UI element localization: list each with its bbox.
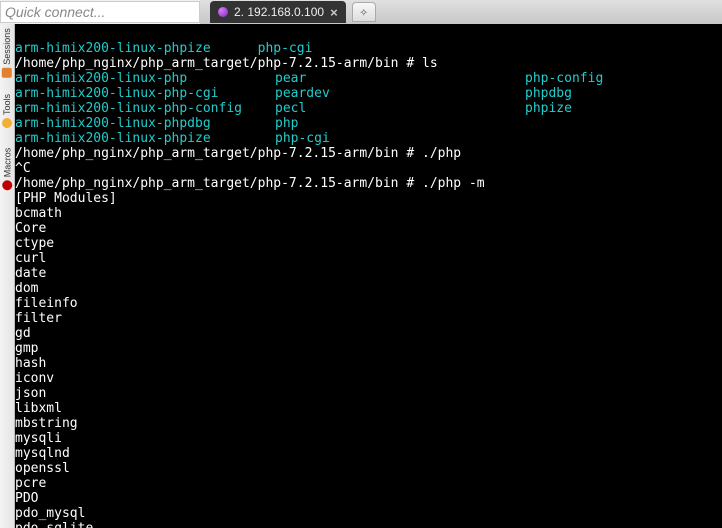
file: arm-himix200-linux-php [15,71,187,86]
file: php [275,116,298,131]
module: Core [15,221,46,236]
interrupt: ^C [15,161,31,176]
tab-close-icon[interactable]: × [330,5,338,20]
sidebar-item-label: Macros [2,148,12,178]
file: arm-himix200-linux-phpdbg [15,116,211,131]
module: pcre [15,476,46,491]
module: gmp [15,341,38,356]
module: pdo_sqlite [15,521,93,528]
module: hash [15,356,46,371]
module: fileinfo [15,296,78,311]
module: dom [15,281,38,296]
sidebar-item-label: Tools [2,94,12,115]
file: arm-himix200-linux-phpize [15,131,211,146]
sidebar-item-tools[interactable]: Tools [2,94,12,128]
ls-output: arm-himix200-linux-php arm-himix200-linu… [15,71,722,146]
prompt: /home/php_nginx/php_arm_target/php-7.2.1… [15,56,422,71]
module: openssl [15,461,70,476]
command: ./php [422,146,461,161]
quick-connect-placeholder: Quick connect... [5,4,105,20]
tab-active[interactable]: 2. 192.168.0.100 × [210,1,346,23]
sidebar-item-label: Sessions [2,28,12,65]
module: gd [15,326,31,341]
module: libxml [15,401,62,416]
macros-icon [2,180,12,190]
module: mbstring [15,416,78,431]
module: curl [15,251,46,266]
file: arm-himix200-linux-php-cgi [15,86,219,101]
file: phpdbg [525,86,572,101]
sessions-icon [2,68,12,78]
file: phpize [525,101,572,116]
module: PDO [15,491,38,506]
prompt: /home/php_nginx/php_arm_target/php-7.2.1… [15,146,422,161]
module: date [15,266,46,281]
file: php-cgi [275,131,330,146]
tab-bar: 2. 192.168.0.100 × ✧ [200,0,722,24]
module: mysqlnd [15,446,70,461]
module: pdo_mysql [15,506,85,521]
file: php-config [525,71,603,86]
quick-connect-input[interactable]: Quick connect... [0,1,200,23]
module: iconv [15,371,54,386]
file: pear [275,71,306,86]
file: arm-himix200-linux-php-config [15,101,242,116]
modules-header: [PHP Modules] [15,191,117,206]
tools-icon [2,118,12,128]
new-tab-icon: ✧ [359,4,367,20]
top-bar: Quick connect... 2. 192.168.0.100 × ✧ [0,0,722,24]
module: json [15,386,46,401]
module: filter [15,311,62,326]
terminal[interactable]: arm-himix200-linux-phpize php-cgi /home/… [15,24,722,528]
ls-output-line: arm-himix200-linux-phpize php-cgi [15,41,312,56]
module: bcmath [15,206,62,221]
command: ./php -m [422,176,485,191]
sidebar-item-macros[interactable]: Macros [2,148,12,191]
sidebar: Sessions Tools Macros [0,24,15,528]
sidebar-item-sessions[interactable]: Sessions [2,28,12,78]
command: ls [422,56,438,71]
main-area: Sessions Tools Macros arm-himix200-linux… [0,24,722,528]
module: ctype [15,236,54,251]
prompt: /home/php_nginx/php_arm_target/php-7.2.1… [15,176,422,191]
new-tab-button[interactable]: ✧ [352,2,376,22]
module: mysqli [15,431,62,446]
file: pecl [275,101,306,116]
tab-status-icon [218,7,228,17]
tab-label: 2. 192.168.0.100 [234,5,324,19]
file: peardev [275,86,330,101]
